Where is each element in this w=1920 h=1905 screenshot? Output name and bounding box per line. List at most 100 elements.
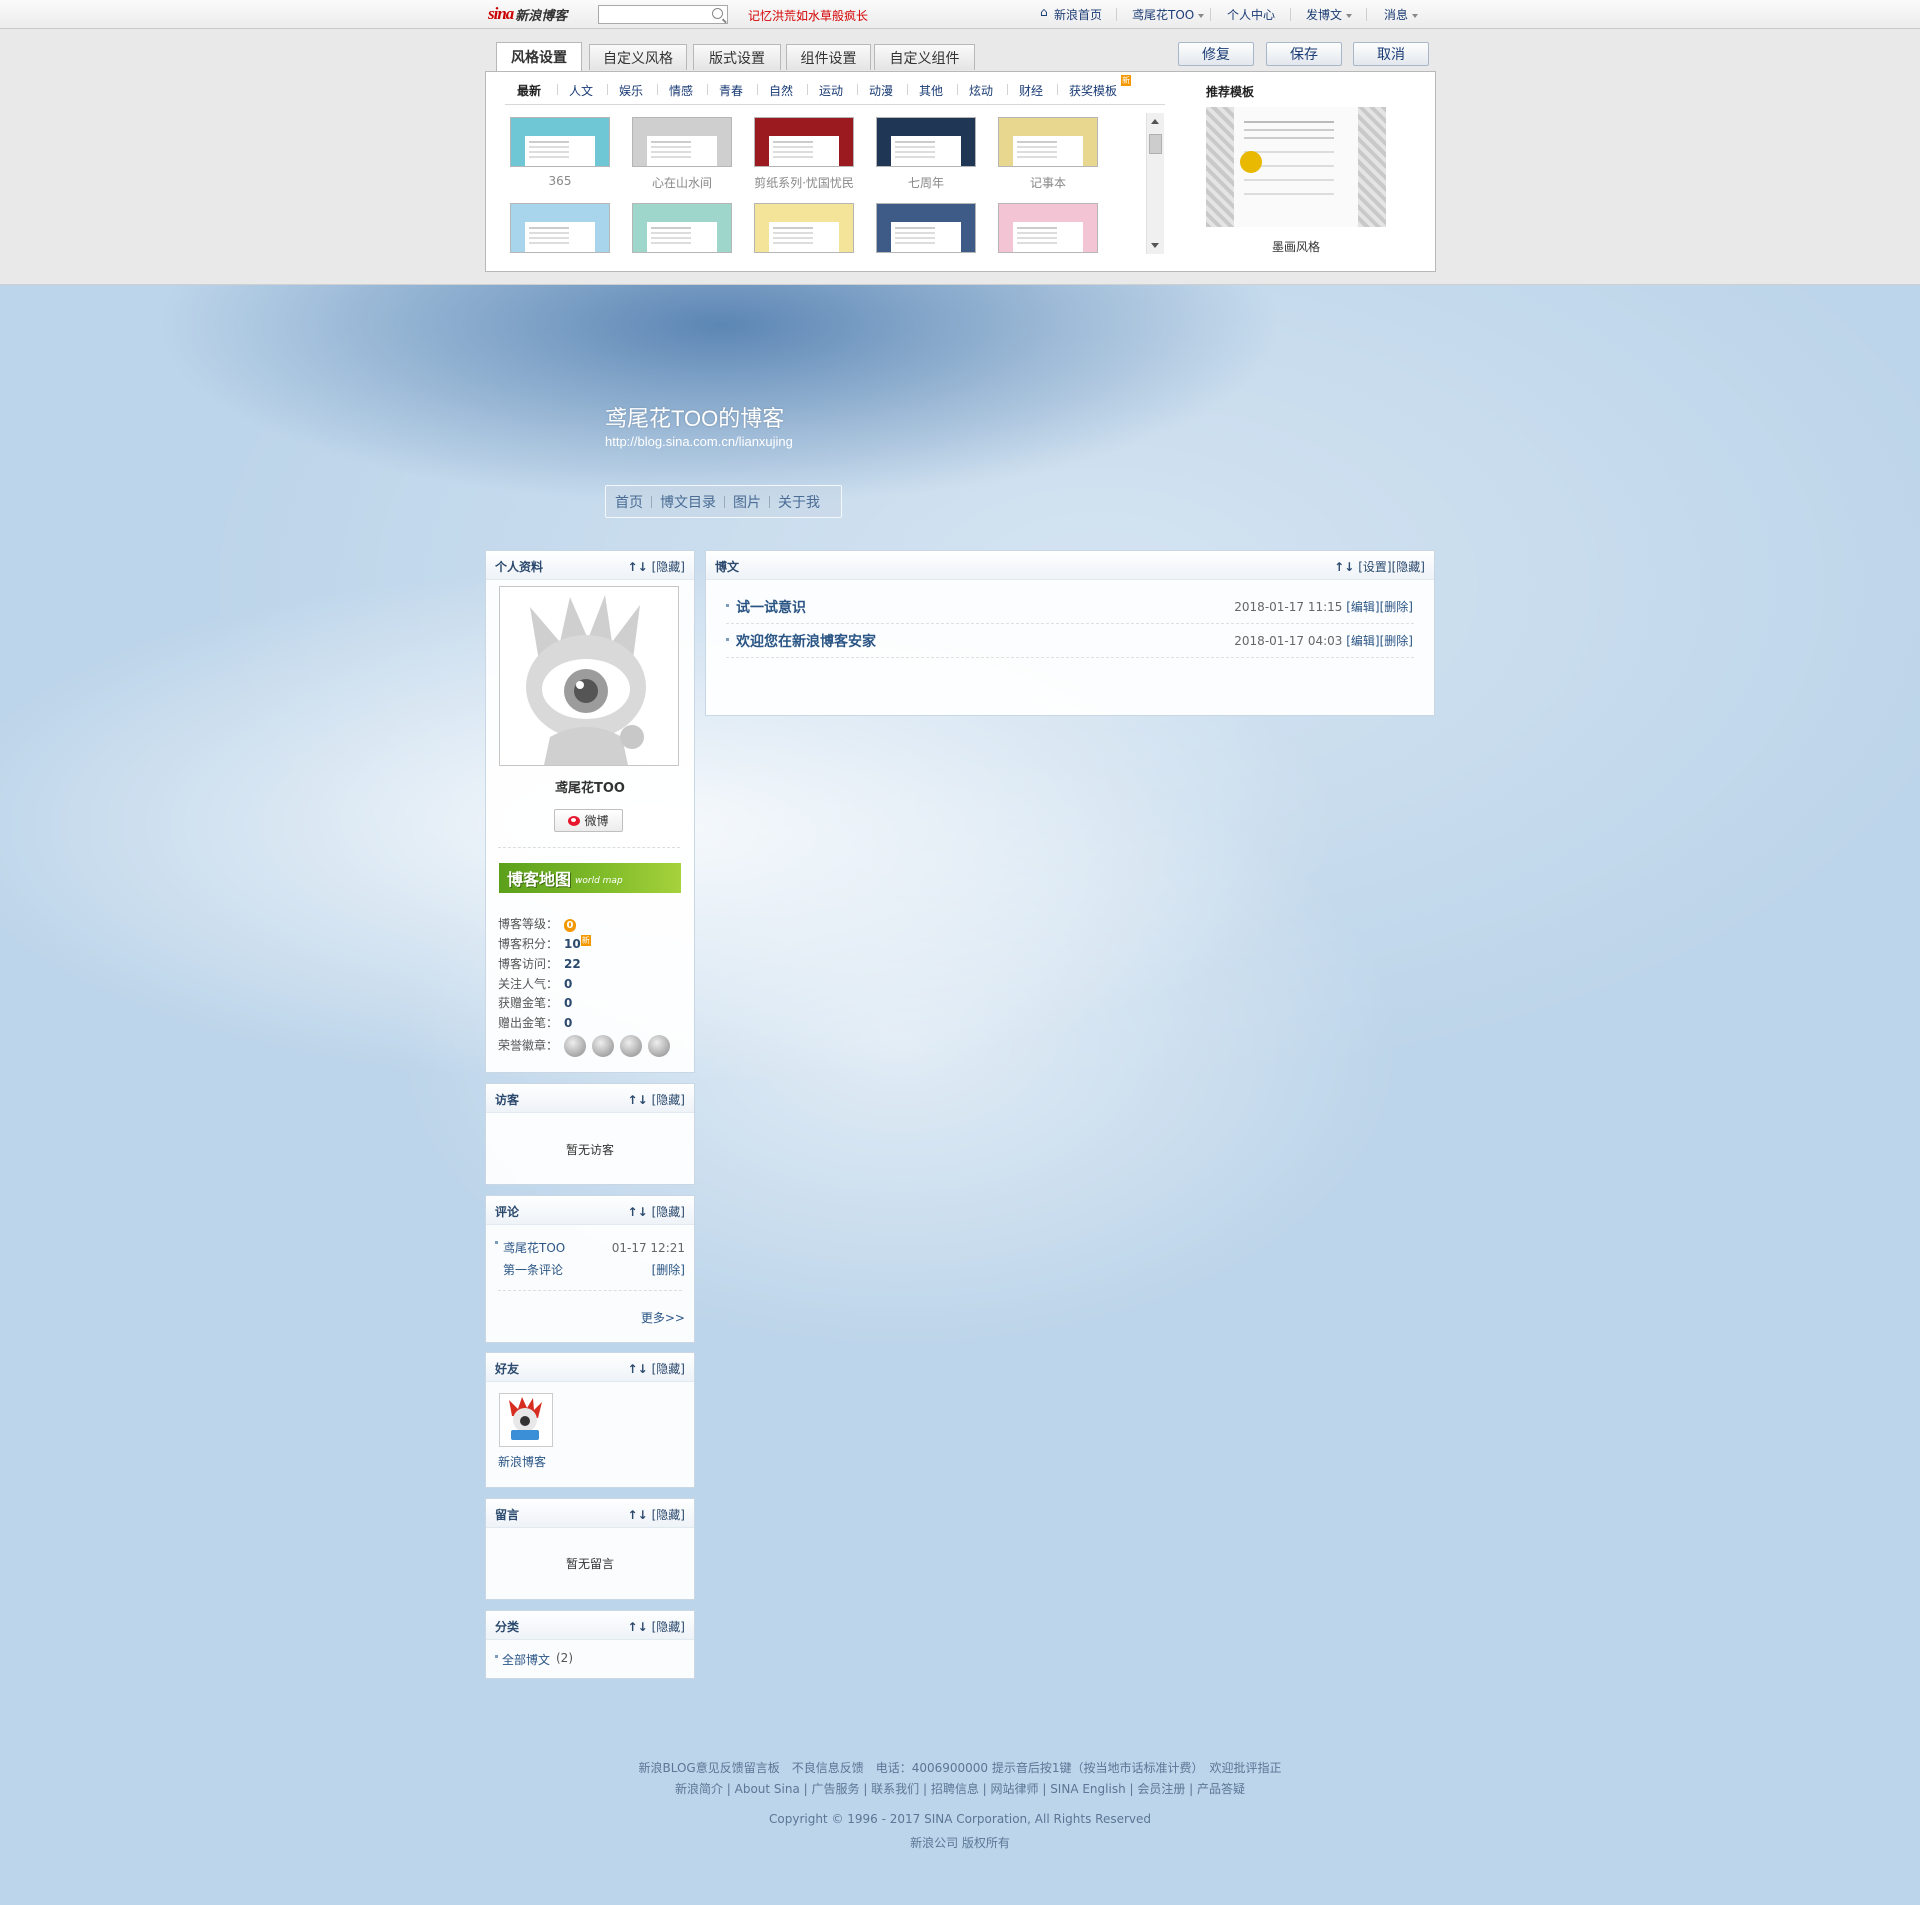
template-label[interactable]: 心在山水间 (632, 174, 732, 191)
move-arrows-icon[interactable]: ↑↓ (628, 1620, 648, 1634)
template-thumbnail[interactable] (632, 203, 732, 253)
friend-avatar[interactable] (499, 1393, 553, 1447)
divider (498, 1290, 682, 1292)
category-emotion[interactable]: 情感 (669, 82, 693, 99)
post-delete-link[interactable]: [删除] (1380, 634, 1413, 648)
profile-name[interactable]: 鸢尾花TOO (486, 777, 694, 796)
comment-text[interactable]: 第一条评论 (503, 1261, 563, 1278)
move-arrows-icon[interactable]: ↑↓ (628, 1205, 648, 1219)
tab-layout-settings[interactable]: 版式设置 (693, 44, 781, 70)
hide-link[interactable]: [隐藏] (652, 1093, 685, 1107)
category-youth[interactable]: 青春 (719, 82, 743, 99)
comments-more-link[interactable]: 更多>> (641, 1309, 685, 1326)
recommended-template-preview[interactable] (1206, 107, 1386, 227)
hide-link[interactable]: [隐藏] (652, 560, 685, 574)
hide-link[interactable]: [隐藏] (1392, 560, 1425, 574)
hide-link[interactable]: [隐藏] (652, 1205, 685, 1219)
blog-nav-home[interactable]: 首页 (615, 492, 643, 512)
level-badge-icon[interactable]: 0 (564, 919, 577, 932)
template-thumbnail-papercut[interactable] (754, 117, 854, 167)
category-dynamic[interactable]: 炫动 (969, 82, 993, 99)
category-entertainment[interactable]: 娱乐 (619, 82, 643, 99)
topnav-sina-home[interactable]: 新浪首页 (1054, 6, 1102, 23)
template-thumbnail[interactable] (510, 203, 610, 253)
friend-name[interactable]: 新浪博客 (498, 1453, 546, 1470)
tab-style-settings[interactable]: 风格设置 (496, 42, 582, 71)
tab-custom-style[interactable]: 自定义风格 (589, 44, 687, 70)
hide-link[interactable]: [隐藏] (652, 1508, 685, 1522)
hide-link[interactable]: [隐藏] (652, 1362, 685, 1376)
post-delete-link[interactable]: [删除] (1380, 600, 1413, 614)
topnav-personal-center[interactable]: 个人中心 (1227, 6, 1275, 23)
thumb-color (877, 204, 975, 221)
hide-link[interactable]: [隐藏] (652, 1620, 685, 1634)
pen-badge-icon[interactable] (648, 1035, 671, 1057)
restore-button[interactable]: 修复 (1178, 42, 1254, 66)
category-sports[interactable]: 运动 (819, 82, 843, 99)
category-finance[interactable]: 财经 (1019, 82, 1043, 99)
template-label[interactable]: 365 (510, 174, 610, 188)
template-label[interactable]: 记事本 (998, 174, 1098, 191)
template-thumbnail-seventh-anniversary[interactable] (876, 117, 976, 167)
template-thumbnail-notebook[interactable] (998, 117, 1098, 167)
template-scrollbar[interactable] (1146, 113, 1164, 254)
move-arrows-icon[interactable]: ↑↓ (628, 560, 648, 574)
post-title[interactable]: 试一试意识 (736, 597, 806, 617)
category-nature[interactable]: 自然 (769, 82, 793, 99)
scroll-down-icon[interactable] (1151, 243, 1159, 248)
blog-nav-about[interactable]: 关于我 (778, 492, 820, 512)
scroll-thumb[interactable] (1149, 134, 1162, 154)
category-anime[interactable]: 动漫 (869, 82, 893, 99)
category-all-posts[interactable]: 全部博文 (502, 1651, 550, 1668)
footer-feedback-line[interactable]: 新浪BLOG意见反馈留言板 不良信息反馈 电话：4006900000 提示音后按… (0, 1759, 1920, 1776)
comment-delete-link[interactable]: [删除] (652, 1261, 685, 1278)
thumb-color (511, 118, 609, 135)
tab-component-settings[interactable]: 组件设置 (786, 44, 871, 70)
category-other[interactable]: 其他 (919, 82, 943, 99)
weibo-button[interactable]: 微博 (554, 809, 623, 832)
settings-link[interactable]: [设置] (1358, 560, 1391, 574)
template-thumbnail[interactable] (998, 203, 1098, 253)
template-label[interactable]: 剪纸系列·忧国忧民 (754, 174, 854, 191)
top-news-link[interactable]: 记忆洪荒如水草般疯长 (748, 7, 868, 24)
search-icon[interactable] (712, 8, 723, 19)
topnav-divider (1210, 8, 1211, 21)
template-thumbnail-mountain[interactable] (632, 117, 732, 167)
comment-author[interactable]: 鸢尾花TOO (503, 1239, 565, 1256)
blog-nav-photos[interactable]: 图片 (733, 492, 761, 512)
cancel-button[interactable]: 取消 (1353, 42, 1429, 66)
template-thumbnail[interactable] (754, 203, 854, 253)
category-humanities[interactable]: 人文 (569, 82, 593, 99)
post-edit-link[interactable]: [编辑] (1346, 600, 1379, 614)
footer-links[interactable]: 新浪简介 | About Sina | 广告服务 | 联系我们 | 招聘信息 |… (0, 1780, 1920, 1797)
comments-module: 评论 ↑↓ [隐藏] 鸢尾花TOO 01-17 12:21 第一条评论 [删除] … (485, 1195, 695, 1343)
blog-nav-articles[interactable]: 博文目录 (660, 492, 716, 512)
move-arrows-icon[interactable]: ↑↓ (628, 1508, 648, 1522)
topnav-messages-menu[interactable]: 消息 (1384, 6, 1419, 23)
thumb-color (999, 204, 1097, 221)
recommended-template-label[interactable]: 墨画风格 (1206, 238, 1386, 255)
post-title[interactable]: 欢迎您在新浪博客安家 (736, 631, 876, 651)
category-latest[interactable]: 最新 (517, 82, 541, 99)
sina-blog-logo[interactable]: sina 新浪博客 (488, 4, 567, 24)
topnav-user-menu[interactable]: 鸢尾花TOO (1132, 6, 1205, 23)
question-badge-icon[interactable] (564, 1035, 587, 1057)
topnav-post-menu[interactable]: 发博文 (1306, 6, 1353, 23)
category-award-templates[interactable]: 获奖模板 (1069, 82, 1117, 99)
move-arrows-icon[interactable]: ↑↓ (628, 1093, 648, 1107)
blog-url[interactable]: http://blog.sina.com.cn/lianxujing (605, 434, 793, 449)
lock-badge-icon[interactable] (620, 1035, 643, 1057)
blog-map-banner[interactable]: 博客地图 world map (499, 863, 681, 893)
move-arrows-icon[interactable]: ↑↓ (628, 1362, 648, 1376)
tab-custom-component[interactable]: 自定义组件 (874, 44, 975, 70)
avatar[interactable] (499, 586, 679, 766)
post-edit-link[interactable]: [编辑] (1346, 634, 1379, 648)
scroll-up-icon[interactable] (1151, 119, 1159, 124)
top-search-input[interactable] (599, 6, 705, 23)
camera-badge-icon[interactable] (592, 1035, 615, 1057)
template-thumbnail[interactable] (876, 203, 976, 253)
move-arrows-icon[interactable]: ↑↓ (1334, 560, 1354, 574)
template-label[interactable]: 七周年 (876, 174, 976, 191)
save-button[interactable]: 保存 (1266, 42, 1342, 66)
template-thumbnail-365[interactable] (510, 117, 610, 167)
